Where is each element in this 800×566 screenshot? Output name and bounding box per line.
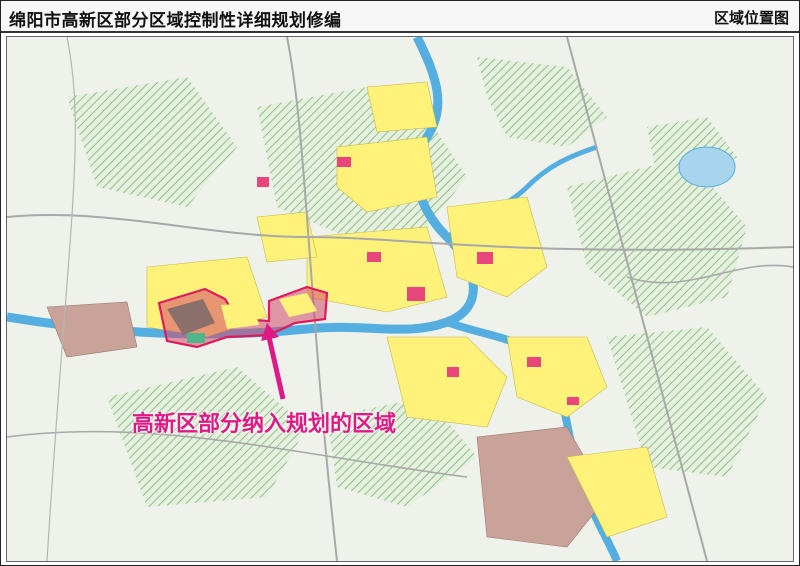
- planning-subblock: [221, 303, 259, 329]
- lake: [678, 146, 736, 188]
- residential-block: [366, 81, 438, 133]
- title-bar: 绵阳市高新区部分区域控制性详细规划修编 区域位置图: [1, 1, 799, 33]
- map-title: 绵阳市高新区部分区域控制性详细规划修编: [9, 11, 342, 31]
- location-map[interactable]: [6, 36, 794, 562]
- commercial-block: [527, 357, 541, 367]
- commercial-block: [407, 287, 425, 301]
- planning-subblock: [187, 333, 205, 343]
- commercial-block: [477, 252, 493, 264]
- map-subtitle: 区域位置图: [713, 9, 789, 27]
- commercial-block: [567, 397, 579, 405]
- commercial-block: [257, 177, 269, 187]
- commercial-block: [367, 252, 381, 262]
- map-canvas: [7, 37, 793, 561]
- commercial-block: [447, 367, 459, 377]
- annotation-label: 高新区部分纳入规划的区域: [132, 412, 397, 437]
- commercial-block: [337, 157, 351, 167]
